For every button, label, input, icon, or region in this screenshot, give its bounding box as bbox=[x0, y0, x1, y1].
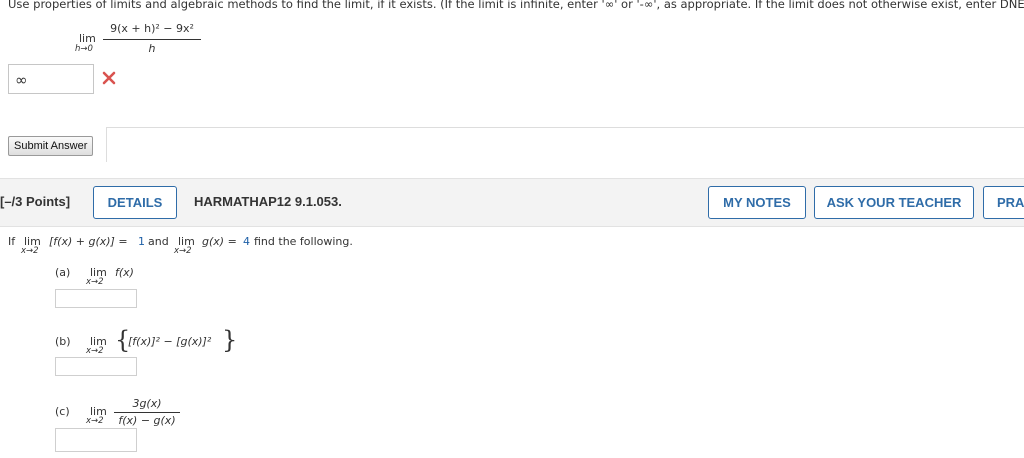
x-mark-icon bbox=[102, 70, 116, 85]
part-a-lim-sub: x→2 bbox=[86, 277, 104, 287]
part-a-answer-input[interactable] bbox=[55, 289, 137, 308]
details-button[interactable]: DETAILS bbox=[93, 186, 177, 219]
submit-answer-button[interactable]: Submit Answer bbox=[8, 136, 94, 156]
prompt-lim-sub-2: x→2 bbox=[174, 246, 192, 256]
part-b-answer-input[interactable] bbox=[55, 357, 137, 376]
given-value-1: 1 bbox=[138, 235, 145, 248]
answer-input[interactable]: ∞ bbox=[8, 64, 94, 94]
part-c-lim-sub: x→2 bbox=[86, 416, 104, 426]
right-brace: } bbox=[222, 326, 238, 354]
question-code: HARMATHAP12 9.1.053. bbox=[194, 194, 342, 209]
part-c-answer-input[interactable] bbox=[55, 428, 137, 452]
prompt-expr-2: g(x) = bbox=[202, 235, 237, 248]
part-c-label: (c) bbox=[55, 405, 70, 418]
ask-your-teacher-button[interactable]: ASK YOUR TEACHER bbox=[814, 186, 974, 219]
fraction-numerator: 9(x + h)² − 9x² bbox=[110, 22, 194, 35]
points-label: [–/3 Points] bbox=[0, 194, 71, 209]
part-c-denominator: f(x) − g(x) bbox=[118, 414, 176, 427]
fraction-bar bbox=[103, 39, 201, 40]
prompt-if: If bbox=[8, 235, 16, 248]
given-value-2: 4 bbox=[243, 235, 250, 248]
part-c-numerator: 3g(x) bbox=[132, 397, 162, 410]
part-b-lim-sub: x→2 bbox=[86, 346, 104, 356]
submit-area-divider bbox=[106, 127, 1024, 162]
instructions-text: Use properties of limits and algebraic m… bbox=[8, 0, 1024, 11]
part-b-label: (b) bbox=[55, 335, 71, 348]
practice-button[interactable]: PRA bbox=[983, 186, 1024, 219]
prompt-and: and bbox=[148, 235, 169, 248]
prompt-lim-sub-1: x→2 bbox=[21, 246, 39, 256]
limit-subscript: h→0 bbox=[75, 44, 93, 54]
prompt-expr-1: [f(x) + g(x)] = bbox=[49, 235, 128, 248]
part-b-expr: [f(x)]² − [g(x)]² bbox=[128, 335, 212, 348]
part-c-fraction-bar bbox=[114, 412, 180, 413]
prompt-tail: find the following. bbox=[254, 235, 353, 248]
part-a-expr: f(x) bbox=[115, 266, 134, 279]
fraction-denominator: h bbox=[148, 42, 156, 55]
my-notes-button[interactable]: MY NOTES bbox=[708, 186, 806, 219]
part-a-label: (a) bbox=[55, 266, 71, 279]
